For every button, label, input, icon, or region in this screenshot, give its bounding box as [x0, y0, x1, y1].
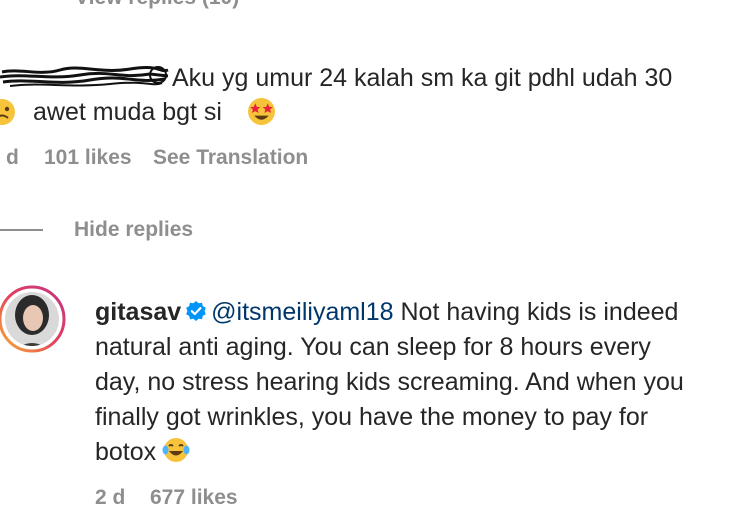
reply-text-line-1: Not having kids is indeed — [393, 298, 679, 326]
reply-likes-count[interactable]: 677 likes — [150, 486, 238, 510]
reply-text-line-4: finally got wrinkles, you have the money… — [95, 403, 649, 431]
replies-divider-line — [0, 229, 43, 231]
comment-likes-count[interactable]: 101 likes — [44, 146, 132, 170]
reply-line-1: gitasav @itsmeiliyaml18 Not having kids … — [95, 295, 745, 330]
reply-text-line-5: botox — [95, 438, 157, 466]
reply-username[interactable]: gitasav — [95, 298, 181, 326]
reply-line-5-container: botox — [95, 435, 745, 470]
avatar[interactable] — [0, 285, 66, 353]
star-struck-emoji-icon — [248, 98, 275, 125]
tears-of-joy-emoji-icon — [162, 438, 190, 462]
verified-badge-icon — [186, 301, 206, 321]
worried-face-emoji-icon — [0, 99, 15, 125]
see-translation-link[interactable]: See Translation — [153, 146, 308, 170]
comment-timestamp: d — [6, 146, 19, 169]
comment-text-line-2: awet muda bgt si — [33, 98, 222, 126]
comment-text-line-1: Aku yg umur 24 kalah sm ka git pdhl udah… — [172, 64, 673, 92]
reply-comment-body: gitasav @itsmeiliyaml18 Not having kids … — [95, 295, 745, 470]
redacted-username-scribble — [0, 65, 169, 87]
reply-mention-link[interactable]: @itsmeiliyaml18 — [211, 298, 393, 326]
reply-timestamp: 2 d — [95, 486, 126, 509]
reply-text-line-3: day, no stress hearing kids screaming. A… — [95, 368, 684, 396]
view-replies-link[interactable]: View replies (10) — [75, 0, 239, 10]
hide-replies-button[interactable]: Hide replies — [74, 218, 193, 242]
reply-text-line-2: natural anti aging. You can sleep for 8 … — [95, 333, 651, 361]
